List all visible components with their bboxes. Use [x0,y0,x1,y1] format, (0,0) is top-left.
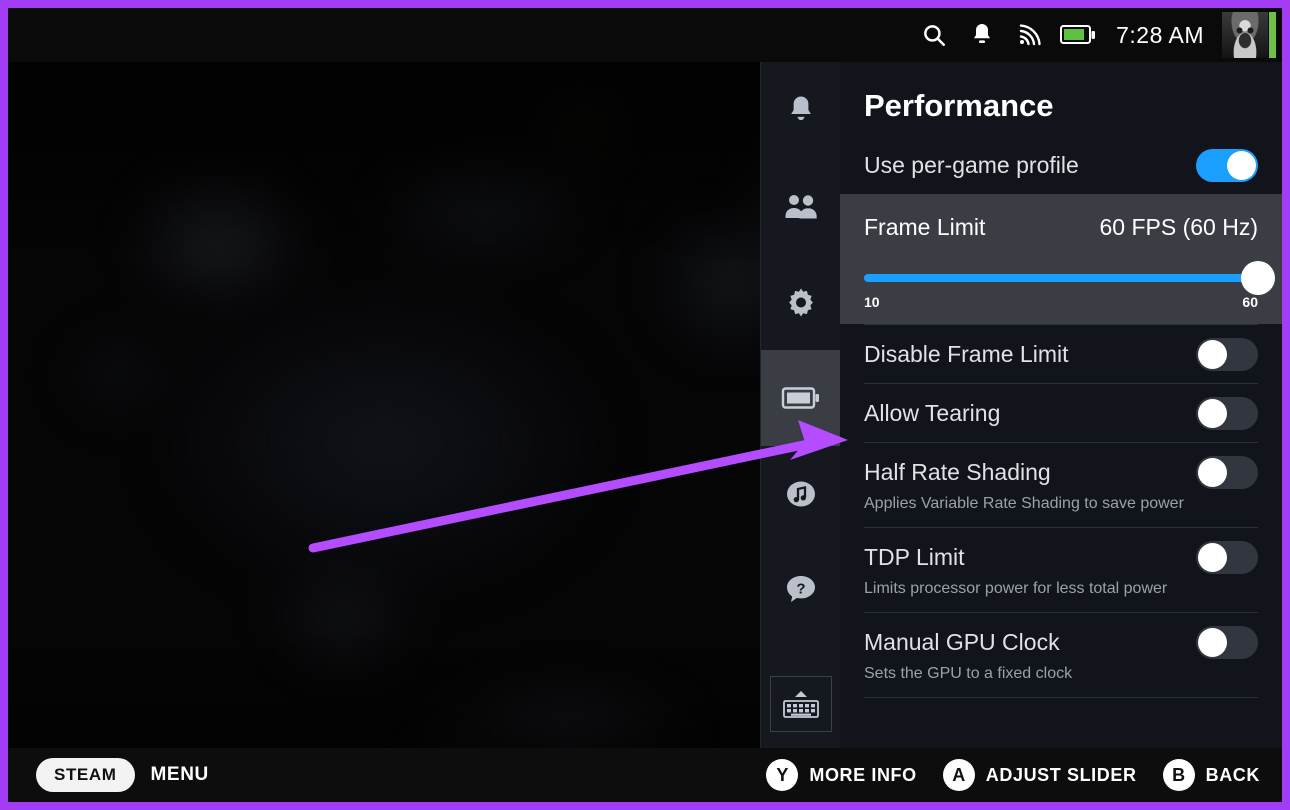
status-bar: 7:28 AM [8,8,1282,62]
footer-hint[interactable]: B BACK [1162,759,1260,791]
setting-toggle[interactable] [1196,540,1258,574]
toggle-knob [1198,457,1227,487]
battery-icon [781,387,819,409]
toggle-knob [1227,150,1256,180]
setting-row-frame-limit[interactable]: Frame Limit 60 FPS (60 Hz) 10 60 [840,194,1282,324]
steam-deck-screen: 7:28 AM ? Performance Use per-game profi… [8,8,1282,802]
sidebar-item-friends[interactable] [761,158,841,254]
gear-icon [788,288,813,317]
sidebar-item-help[interactable]: ? [761,542,841,638]
friends-icon [785,195,817,219]
toggle-rows-container: Disable Frame Limit Allow Tearing Half Rat… [840,324,1282,698]
setting-toggle[interactable] [1196,396,1258,430]
setting-toggle[interactable] [1196,625,1258,659]
sidebar-item-music[interactable] [761,446,841,542]
setting-row-per-game-profile[interactable]: Use per-game profile [840,136,1282,194]
slider-track[interactable] [864,261,1275,295]
toggle-knob [1198,627,1227,657]
setting-label: Allow Tearing [864,399,1001,426]
setting-label: Frame Limit [864,213,986,240]
page-title: Performance [864,88,1054,123]
avatar-image [1222,12,1268,58]
steam-button[interactable]: STEAM [36,758,135,792]
bell-icon [790,96,811,121]
setting-label: Use per-game profile [864,151,1079,178]
setting-row[interactable]: Disable Frame Limit [840,325,1282,383]
slider-min-label: 10 [864,294,880,310]
setting-label: Manual GPU Clock [864,628,1060,655]
button-glyph-b: B [1162,759,1195,791]
slider-handle[interactable] [1241,261,1275,295]
online-status-indicator [1269,12,1276,58]
setting-label: Half Rate Shading [864,458,1051,485]
frame-limit-slider[interactable]: 10 60 [864,256,1275,312]
frame-limit-value: 60 FPS (60 Hz) [1099,213,1259,240]
toggle-knob [1198,542,1227,572]
on-screen-keyboard-button[interactable] [769,676,832,732]
slider-max-label: 60 [1242,294,1258,310]
setting-description: Sets the GPU to a fixed clock [864,665,1073,682]
performance-settings-panel: Performance Use per-game profile Frame L… [840,62,1282,748]
per-game-profile-toggle[interactable] [1196,148,1258,182]
setting-row[interactable]: Manual GPU Clock Sets the GPU to a fixed … [840,613,1282,697]
sidebar-item-performance[interactable] [760,350,841,446]
quick-access-sidebar: ? [760,62,841,748]
notifications-bell-icon[interactable] [958,8,1006,62]
toggle-knob [1198,398,1227,428]
footer-hint[interactable]: A ADJUST SLIDER [942,759,1137,791]
music-note-icon [786,481,815,507]
button-glyph-a: A [942,759,975,791]
footer-bar: STEAM MENU Y MORE INFO A ADJUST SLIDER B BACK [8,748,1282,802]
keyboard-icon [782,691,819,718]
footer-hints-group: Y MORE INFO A ADJUST SLIDER B BACK [766,759,1260,791]
row-divider [864,697,1258,698]
menu-label: MENU [150,764,209,785]
button-glyph-y: Y [766,759,799,791]
setting-description: Applies Variable Rate Shading to save po… [864,495,1184,512]
setting-label: Disable Frame Limit [864,340,1069,367]
setting-toggle[interactable] [1196,337,1258,371]
setting-row[interactable]: Allow Tearing [840,384,1282,442]
footer-hint[interactable]: Y MORE INFO [766,759,916,791]
svg-text:?: ? [796,581,805,598]
setting-toggle[interactable] [1196,455,1258,489]
clock: 7:28 AM [1116,21,1204,48]
setting-row[interactable]: Half Rate Shading Applies Variable Rate S… [840,443,1282,527]
slider-fill [864,274,1258,282]
question-mark-icon: ? [786,576,815,602]
setting-label: TDP Limit [864,543,965,570]
sidebar-item-settings[interactable] [761,254,841,350]
sidebar-item-notifications[interactable] [761,62,841,158]
avatar[interactable] [1222,11,1276,59]
battery-icon[interactable] [1054,8,1102,62]
hint-label: ADJUST SLIDER [985,764,1137,785]
setting-row[interactable]: TDP Limit Limits processor power for less… [840,528,1282,612]
hint-label: BACK [1205,764,1260,785]
footer-left-group: STEAM MENU [36,758,209,792]
game-background [8,62,760,748]
wifi-icon[interactable] [1006,8,1054,62]
hint-label: MORE INFO [809,764,917,785]
search-icon[interactable] [910,8,958,62]
setting-description: Limits processor power for less total po… [864,580,1168,597]
toggle-knob [1198,339,1227,369]
